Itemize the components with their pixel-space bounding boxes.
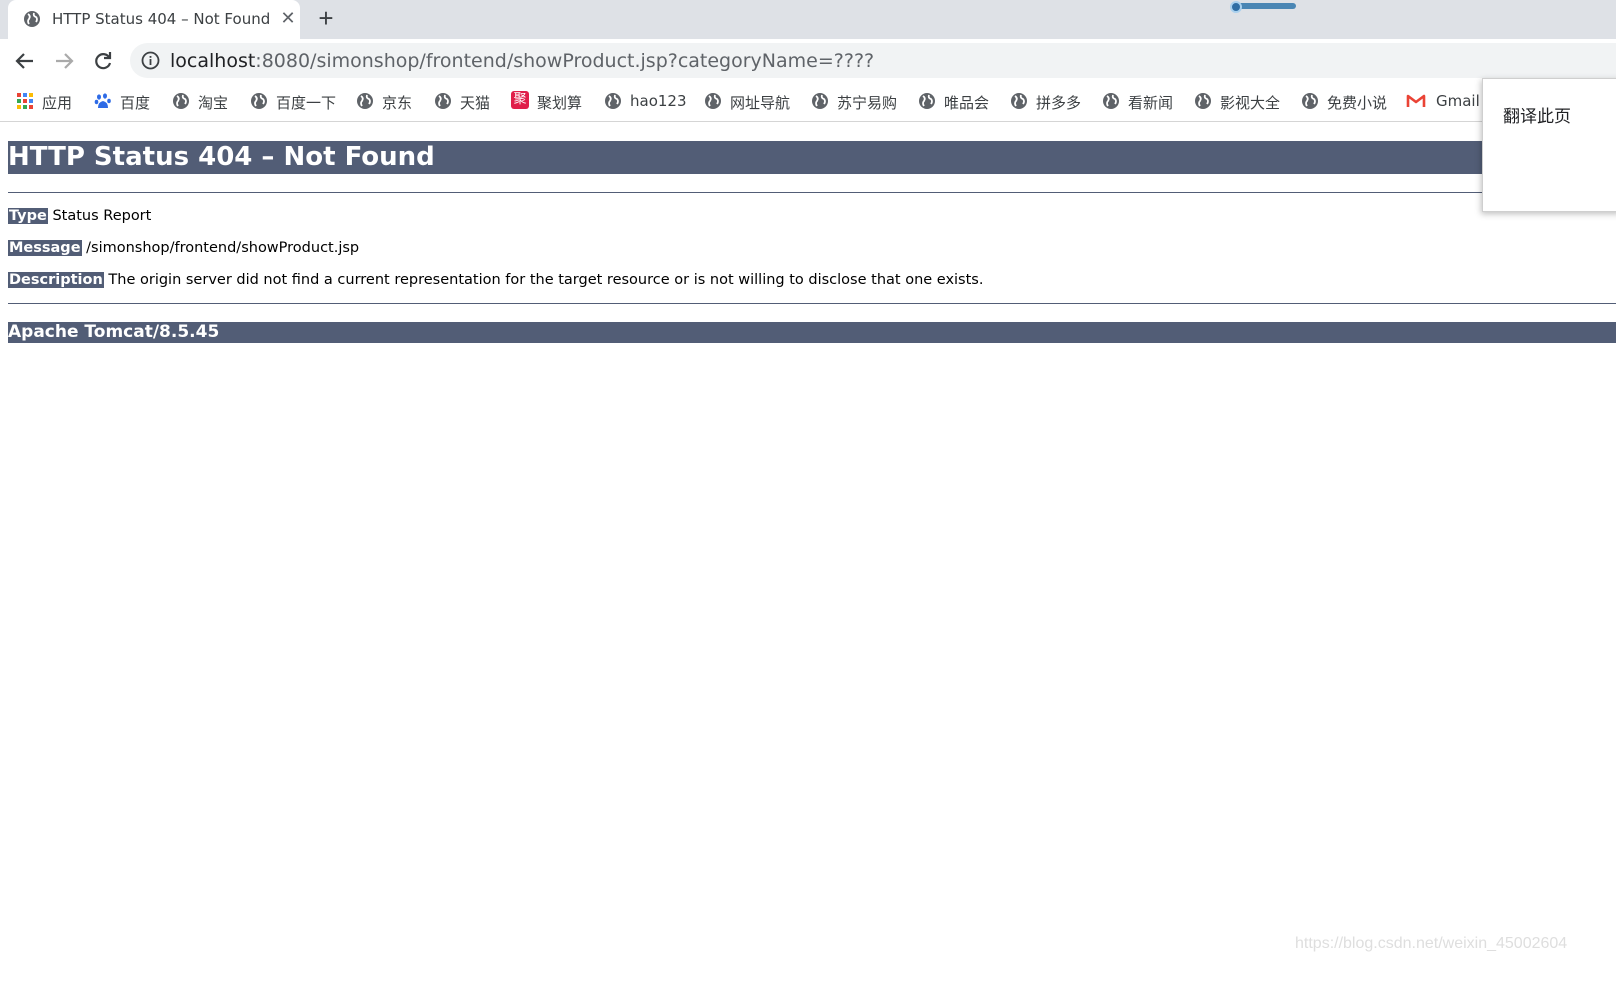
arrow-left-icon <box>15 53 33 69</box>
tab-strip: HTTP Status 404 – Not Found ✕ + <box>0 0 1616 39</box>
bookmark-label: 京东 <box>382 94 413 112</box>
juhuasuan-icon: 聚 <box>511 91 529 109</box>
message-row: Message /simonshop/frontend/showProduct.… <box>8 240 359 256</box>
address-bar[interactable]: localhost:8080/simonshop/frontend/showPr… <box>130 43 1616 78</box>
message-value: /simonshop/frontend/showProduct.jsp <box>86 240 360 256</box>
bookmark-label: 百度一下 <box>276 94 337 112</box>
globe-icon <box>357 93 373 109</box>
reload-button[interactable] <box>90 48 116 74</box>
bookmark-label: Gmail <box>1436 92 1480 110</box>
url-path: :8080/simonshop/frontend/showProduct.jsp… <box>255 50 875 72</box>
tab-title: HTTP Status 404 – Not Found <box>52 10 271 28</box>
bookmark-label: 拼多多 <box>1036 94 1082 112</box>
translate-page-label[interactable]: 翻译此页 <box>1503 102 1571 127</box>
arrow-right-icon <box>56 53 74 69</box>
baidu-paw-icon <box>94 93 111 108</box>
back-button[interactable] <box>12 48 38 74</box>
url-text[interactable]: localhost:8080/simonshop/frontend/showPr… <box>170 50 874 72</box>
watermark: https://blog.csdn.net/weixin_45002604 <box>1295 935 1568 952</box>
bookmark-label: 应用 <box>42 94 73 112</box>
globe-icon <box>812 93 828 109</box>
globe-icon <box>1302 93 1318 109</box>
globe-icon <box>1195 93 1211 109</box>
slider-widget[interactable] <box>1230 1 1298 13</box>
globe-icon <box>435 93 451 109</box>
divider <box>8 303 1616 304</box>
bookmark-label: 免费小说 <box>1327 94 1388 112</box>
url-host: localhost <box>170 50 256 72</box>
slider-track <box>1236 3 1296 9</box>
bookmark-label: 淘宝 <box>198 94 229 112</box>
bookmark-label: 聚划算 <box>537 94 583 112</box>
bookmark-label: 看新闻 <box>1128 94 1174 112</box>
globe-icon <box>1103 93 1119 109</box>
globe-icon <box>173 93 189 109</box>
globe-icon <box>605 93 621 109</box>
new-tab-button[interactable]: + <box>313 5 339 32</box>
server-footer: Apache Tomcat/8.5.45 <box>8 322 1616 343</box>
divider <box>8 192 1616 193</box>
bookmark-label: 百度 <box>120 94 151 112</box>
globe-icon <box>705 93 721 109</box>
bookmark-label: 网址导航 <box>730 94 791 112</box>
forward-button[interactable] <box>51 48 77 74</box>
gmail-icon <box>1406 94 1426 107</box>
type-value: Status Report <box>52 208 152 224</box>
globe-icon <box>251 93 267 109</box>
bookmarks-bar: 应用 百度 淘宝 百度一下 京东 天猫 聚 聚划算 hao123 网址导航 苏宁 <box>0 82 1616 122</box>
bookmark-label: 苏宁易购 <box>837 94 898 112</box>
type-row: Type Status Report <box>8 208 151 224</box>
info-icon[interactable] <box>141 51 160 75</box>
reload-icon <box>95 52 112 70</box>
message-label: Message <box>8 240 82 256</box>
description-label: Description <box>8 272 104 288</box>
description-value: The origin server did not find a current… <box>108 272 984 288</box>
bookmark-label: 唯品会 <box>944 94 990 112</box>
translate-popup[interactable]: 翻译此页 <box>1482 78 1616 212</box>
globe-icon <box>23 10 41 33</box>
close-icon[interactable]: ✕ <box>278 8 298 28</box>
page-content: HTTP Status 404 – Not Found Type Status … <box>0 123 1616 994</box>
active-tab[interactable]: HTTP Status 404 – Not Found ✕ <box>8 0 300 39</box>
bookmark-label: hao123 <box>630 92 687 110</box>
browser-toolbar: localhost:8080/simonshop/frontend/showPr… <box>0 39 1616 82</box>
globe-icon <box>1011 93 1027 109</box>
page-title: HTTP Status 404 – Not Found <box>8 141 1616 174</box>
globe-icon <box>919 93 935 109</box>
bookmark-label: 天猫 <box>460 94 491 112</box>
type-label: Type <box>8 208 48 224</box>
bookmark-label: 影视大全 <box>1220 94 1281 112</box>
description-row: Description The origin server did not fi… <box>8 272 983 288</box>
apps-grid-icon <box>17 93 33 109</box>
slider-thumb[interactable] <box>1230 1 1242 13</box>
